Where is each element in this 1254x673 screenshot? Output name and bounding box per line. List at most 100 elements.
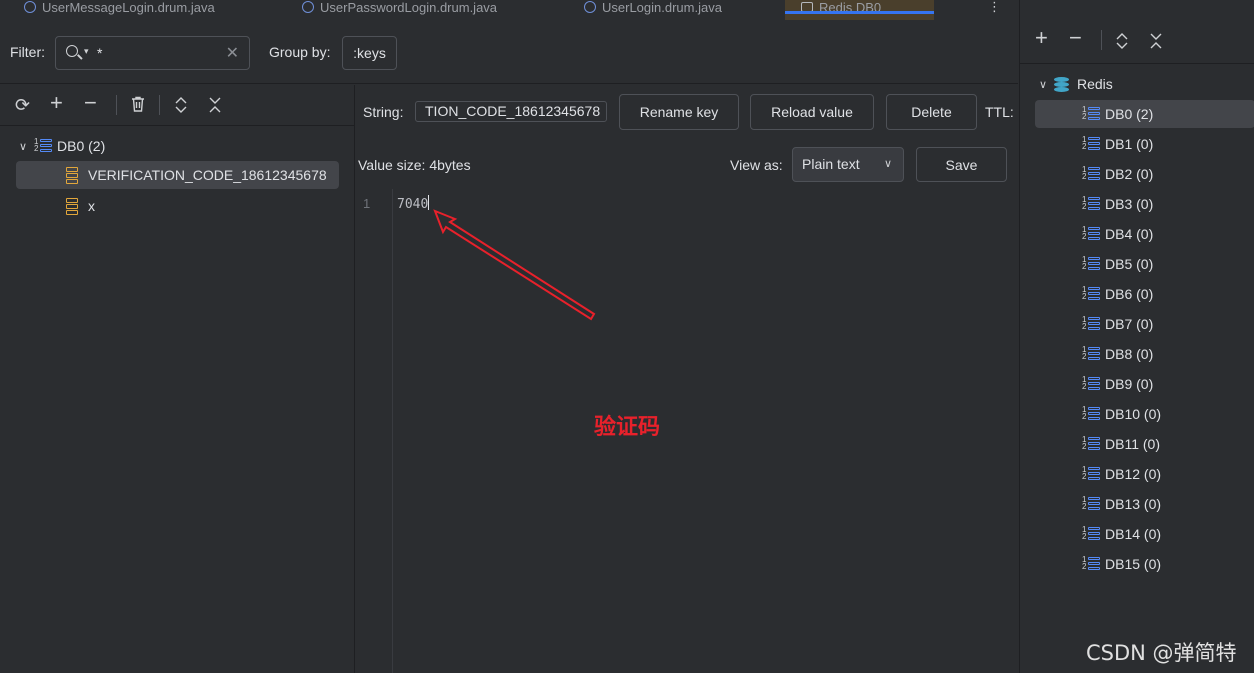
value-type-label: String: (363, 104, 404, 120)
database-list-icon: 12 (1082, 556, 1100, 571)
db-label: DB9 (0) (1105, 376, 1154, 392)
chevron-down-icon[interactable]: ∨ (12, 140, 34, 153)
value-pane: String: TION_CODE_18612345678 Rename key… (357, 85, 1017, 673)
java-class-icon (302, 1, 314, 13)
view-as-label: View as: (730, 157, 783, 173)
tree-db-item[interactable]: 1 2 DB9 (0) (1082, 370, 1153, 398)
database-toolbar: + − (1020, 20, 1254, 64)
collapse-all-icon[interactable] (1149, 32, 1163, 53)
chevron-down-icon: ∨ (883, 158, 892, 170)
tree-db-item[interactable]: 1 2 DB15 (0) (1082, 550, 1161, 578)
db-label: DB15 (0) (1105, 556, 1162, 572)
tree-db-item[interactable]: 1 2 DB6 (0) (1082, 280, 1153, 308)
delete-button[interactable]: Delete (886, 94, 977, 130)
value-text[interactable]: 7040 (397, 195, 430, 212)
remove-icon[interactable]: − (1069, 27, 1082, 49)
line-gutter: 1 (357, 189, 393, 673)
tree-db-item[interactable]: 1 2 DB8 (0) (1082, 340, 1153, 368)
key-name-field[interactable]: TION_CODE_18612345678 (415, 101, 607, 122)
tree-db-item[interactable]: 1 2 DB7 (0) (1082, 310, 1153, 338)
database-list-icon: 12 (1082, 436, 1100, 451)
db-label: DB14 (0) (1105, 526, 1162, 542)
db-label: DB3 (0) (1105, 196, 1154, 212)
add-icon[interactable]: + (50, 92, 63, 114)
db-label: DB0 (2) (1105, 106, 1154, 122)
tree-key-verification-code[interactable]: VERIFICATION_CODE_18612345678 (16, 161, 339, 189)
tree-db-item[interactable]: 1 2 DB0 (2) (1035, 100, 1254, 128)
database-list-icon: 12 (1082, 526, 1100, 541)
rename-key-button[interactable]: Rename key (619, 94, 739, 130)
tree-db-item[interactable]: 1 2 DB10 (0) (1082, 400, 1161, 428)
filter-input[interactable]: ▾ * ✕ (55, 36, 250, 70)
tree-db-item[interactable]: 1 2 DB12 (0) (1082, 460, 1161, 488)
refresh-icon[interactable]: ⟳ (15, 96, 30, 114)
java-class-icon (584, 1, 596, 13)
clear-icon[interactable]: ✕ (226, 43, 239, 63)
collapse-all-icon[interactable] (208, 96, 222, 117)
key-label: x (88, 198, 95, 214)
database-list-icon: 12 (34, 138, 52, 153)
db-label: DB2 (0) (1105, 166, 1154, 182)
line-number: 1 (363, 196, 371, 211)
reload-value-button[interactable]: Reload value (750, 94, 874, 130)
java-class-icon (24, 1, 36, 13)
database-list-icon: 12 (1082, 286, 1100, 301)
toolbar-divider (159, 95, 160, 115)
tree-db-item[interactable]: 1 2 DB2 (0) (1082, 160, 1153, 188)
expand-all-icon[interactable] (174, 96, 188, 117)
db-label: DB5 (0) (1105, 256, 1154, 272)
filter-value: * (97, 45, 103, 61)
tab-user-password-login[interactable]: UserPasswordLogin.drum.java (302, 0, 497, 20)
tab-more-icon[interactable]: ⋮ (988, 0, 1001, 20)
database-list-icon: 12 (1082, 406, 1100, 421)
db-label: DB0 (2) (57, 138, 106, 154)
database-list-icon: 12 (1082, 166, 1100, 181)
search-icon (66, 45, 78, 57)
tree-db-item[interactable]: 1 2 DB13 (0) (1082, 490, 1161, 518)
tree-redis-root[interactable]: ∨ Redis (1032, 70, 1113, 98)
tree-db-item[interactable]: 1 2 DB14 (0) (1082, 520, 1161, 548)
database-list-icon: 12 (1082, 196, 1100, 211)
tab-redis-db0[interactable]: Redis DB0 (785, 0, 934, 20)
db-label: DB13 (0) (1105, 496, 1162, 512)
redis-label: Redis (1077, 76, 1113, 92)
view-as-select[interactable]: Plain text ∨ (792, 147, 904, 182)
database-list-icon: 12 (1082, 316, 1100, 331)
editor-tab-bar: UserMessageLogin.drum.java UserPasswordL… (0, 0, 1018, 20)
active-tab-indicator (785, 11, 934, 14)
add-icon[interactable]: + (1035, 27, 1048, 49)
toolbar-divider (116, 95, 117, 115)
tab-user-message-login[interactable]: UserMessageLogin.drum.java (24, 0, 215, 20)
trash-icon[interactable] (129, 95, 147, 116)
tree-db-item[interactable]: 1 2 DB5 (0) (1082, 250, 1153, 278)
tree-db-item[interactable]: 1 2 DB3 (0) (1082, 190, 1153, 218)
value-size-label: Value size: 4bytes (358, 157, 471, 173)
expand-all-icon[interactable] (1115, 32, 1129, 53)
string-key-icon (66, 166, 78, 184)
tree-db-item[interactable]: 1 2 DB4 (0) (1082, 220, 1153, 248)
database-list-icon: 12 (1082, 226, 1100, 241)
database-list-icon: 12 (1082, 376, 1100, 391)
chevron-down-icon[interactable]: ∨ (1032, 78, 1054, 91)
group-by-input[interactable]: :keys (342, 36, 397, 70)
database-list-icon: 12 (1082, 496, 1100, 511)
key-tree-pane: ⟳ + − ∨ 12 DB0 (2) VERIFICATION_CODE_186… (0, 85, 355, 673)
save-button[interactable]: Save (916, 147, 1007, 182)
database-pane: + − ∨ Redis 1 2 DB0 (2) 1 2 DB1 (0) 1 2 DB2 (0) 1… (1019, 0, 1254, 673)
tab-user-login[interactable]: UserLogin.drum.java (584, 0, 722, 20)
tree-key-x[interactable]: x (66, 192, 95, 220)
tree-db-item[interactable]: 1 2 DB11 (0) (1082, 430, 1160, 458)
key-label: VERIFICATION_CODE_18612345678 (88, 167, 327, 183)
group-by-value: :keys (353, 45, 386, 61)
remove-icon[interactable]: − (84, 92, 97, 114)
database-list-icon: 12 (1082, 466, 1100, 481)
annotation-arrow-icon (433, 209, 596, 321)
tree-db0[interactable]: ∨ 12 DB0 (2) (12, 132, 105, 160)
tree-db-item[interactable]: 1 2 DB1 (0) (1082, 130, 1153, 158)
toolbar-divider (1101, 30, 1102, 50)
watermark: CSDN @弹简特 (1086, 641, 1237, 665)
view-as-value: Plain text (802, 156, 860, 172)
database-list-icon: 12 (1082, 136, 1100, 151)
value-editor[interactable]: 1 7040 验证码 (357, 189, 1017, 673)
annotation-label: 验证码 (594, 415, 661, 440)
